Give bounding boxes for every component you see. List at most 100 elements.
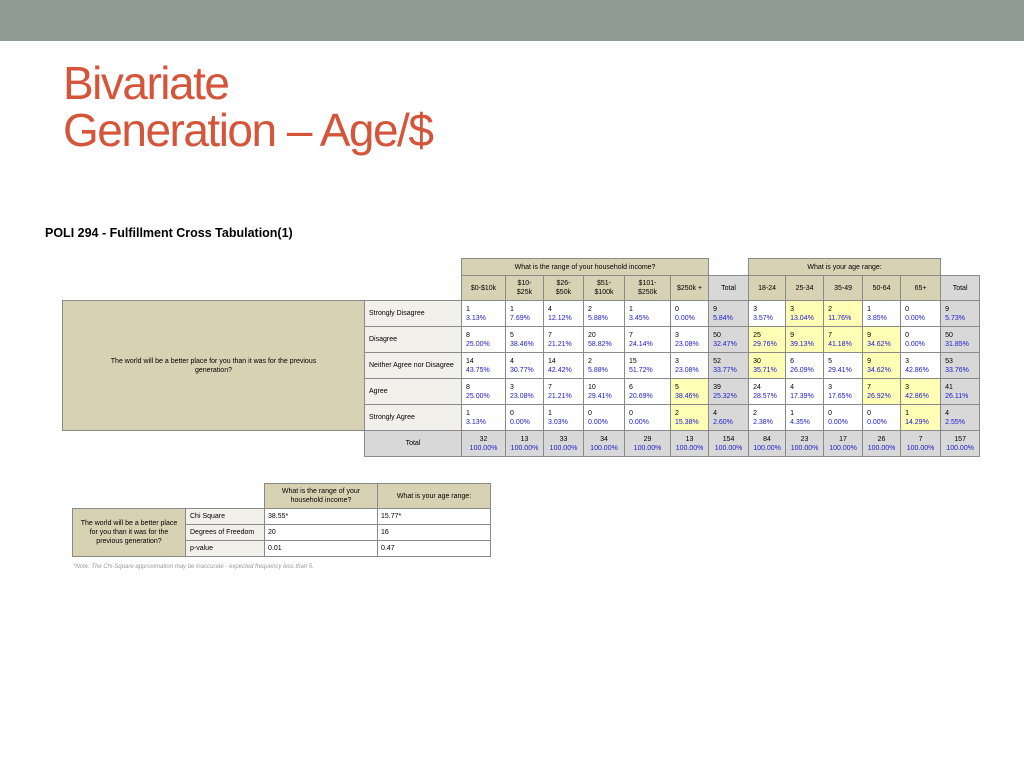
cell-count: 14 <box>466 357 474 365</box>
cell-percent: 13.04% <box>790 314 814 322</box>
cell-count: 4 <box>510 357 514 365</box>
row-label: Strongly Disagree <box>364 300 462 327</box>
data-cell: 2 5.88% <box>583 352 625 379</box>
cell-count: 24 <box>753 383 761 391</box>
cell-percent: 100.00% <box>549 444 578 452</box>
cell-percent: 4.35% <box>790 418 810 426</box>
cell-percent: 0.00% <box>629 418 649 426</box>
data-cell: 9 34.62% <box>862 352 902 379</box>
cell-percent: 20.69% <box>629 392 653 400</box>
data-cell: 2 15.38% <box>669 404 710 431</box>
cell-count: 0 <box>828 409 832 417</box>
cell-count: 32 <box>479 435 488 443</box>
cell-percent: 32.47% <box>713 340 737 348</box>
table-row: The world will be a better place for you… <box>62 300 981 431</box>
total-cell: 33 100.00% <box>543 430 584 457</box>
cell-count: 2 <box>753 409 757 417</box>
cell-count: 14 <box>548 357 556 365</box>
data-cell: 6 20.69% <box>624 378 671 405</box>
data-cell: 4 30.77% <box>505 352 544 379</box>
data-cell: 3 23.08% <box>669 326 710 353</box>
data-cell: 5 29.41% <box>823 352 864 379</box>
chi-value-income: 0.01 <box>264 540 378 557</box>
cell-count: 0 <box>510 409 514 417</box>
cell-count: 3 <box>675 331 679 339</box>
column-header-income: $101- $250k <box>624 275 671 301</box>
cell-percent: 17.65% <box>828 392 852 400</box>
cell-count: 9 <box>945 305 950 313</box>
data-cell: 8 25.00% <box>461 326 506 353</box>
cell-count: 6 <box>629 383 633 391</box>
cell-percent: 21.21% <box>548 340 572 348</box>
cell-count: 1 <box>466 409 470 417</box>
cell-percent: 43.75% <box>466 366 490 374</box>
cell-count: 1 <box>790 409 794 417</box>
cell-percent: 7.69% <box>510 314 530 322</box>
cell-percent: 100.00% <box>867 444 896 452</box>
column-header-age: 50-64 <box>862 275 902 301</box>
data-cell: 0 0.00% <box>900 326 942 353</box>
cell-percent: 100.00% <box>906 444 935 452</box>
cell-count: 5 <box>675 383 679 391</box>
cell-percent: 42.86% <box>905 392 929 400</box>
data-cell: 0 0.00% <box>505 404 544 431</box>
cell-percent: 11.76% <box>828 314 852 322</box>
data-cell: 4 12.12% <box>543 300 584 327</box>
total-cell: 154 100.00% <box>708 430 750 457</box>
total-cell: 13 100.00% <box>505 430 544 457</box>
total-cell: 157 100.00% <box>940 430 981 457</box>
data-cell: 3 23.08% <box>669 352 710 379</box>
cell-count: 13 <box>685 435 694 443</box>
cell-count: 1 <box>905 409 909 417</box>
cell-percent: 5.88% <box>588 366 608 374</box>
data-cell: 5 38.46% <box>505 326 544 353</box>
data-cell: 1 3.85% <box>862 300 902 327</box>
data-cell: 6 26.09% <box>785 352 825 379</box>
chi-row-question: The world will be a better place for you… <box>72 508 186 557</box>
cell-count: 9 <box>790 331 794 339</box>
data-cell: 53 33.76% <box>940 352 981 379</box>
data-cell: 1 3.13% <box>461 300 506 327</box>
column-header-age: 25-34 <box>785 275 825 301</box>
cell-count: 3 <box>753 305 757 313</box>
total-cell: 13 100.00% <box>669 430 710 457</box>
cell-count: 7 <box>548 383 552 391</box>
chi-value-age: 16 <box>377 524 491 541</box>
crosstab-table: What is the range of your household inco… <box>62 258 981 457</box>
data-cell: 3 13.04% <box>785 300 825 327</box>
total-cell: 84 100.00% <box>748 430 787 457</box>
cell-count: 33 <box>559 435 568 443</box>
data-cell: 3 23.08% <box>505 378 544 405</box>
cell-percent: 23.08% <box>675 366 699 374</box>
cell-percent: 30.77% <box>510 366 534 374</box>
top-bar <box>0 0 1024 41</box>
data-cell: 14 43.75% <box>461 352 506 379</box>
cell-count: 4 <box>548 305 552 313</box>
cell-percent: 21.21% <box>548 392 572 400</box>
chi-square-note: *Note: The Chi-Square approximation may … <box>73 564 314 570</box>
chi-row-label: Chi Square <box>185 508 265 525</box>
column-header-income: $10- $25k <box>505 275 544 301</box>
row-question-label: The world will be a better place for you… <box>62 300 365 431</box>
cell-count: 7 <box>828 331 832 339</box>
cell-percent: 51.72% <box>629 366 653 374</box>
data-cell: 3 3.57% <box>748 300 787 327</box>
data-cell: 3 42.86% <box>900 378 942 405</box>
cell-percent: 42.42% <box>548 366 572 374</box>
chi-value-age: 15.77* <box>377 508 491 525</box>
age-group-header: What is your age range: <box>748 258 942 276</box>
blank-cell <box>62 430 365 457</box>
cell-percent: 39.13% <box>790 340 814 348</box>
data-cell: 0 0.00% <box>624 404 671 431</box>
cell-percent: 17.39% <box>790 392 814 400</box>
cell-count: 0 <box>629 409 633 417</box>
slide-title-line1: Bivariate <box>63 57 230 109</box>
data-cell: 4 2.55% <box>940 404 981 431</box>
cell-count: 9 <box>713 305 717 313</box>
cell-count: 8 <box>466 331 470 339</box>
total-cell: 17 100.00% <box>823 430 864 457</box>
cell-count: 13 <box>520 435 529 443</box>
row-label: Neither Agree nor Disagree <box>364 352 462 379</box>
cell-count: 9 <box>867 331 871 339</box>
data-cell: 9 5.73% <box>940 300 981 327</box>
